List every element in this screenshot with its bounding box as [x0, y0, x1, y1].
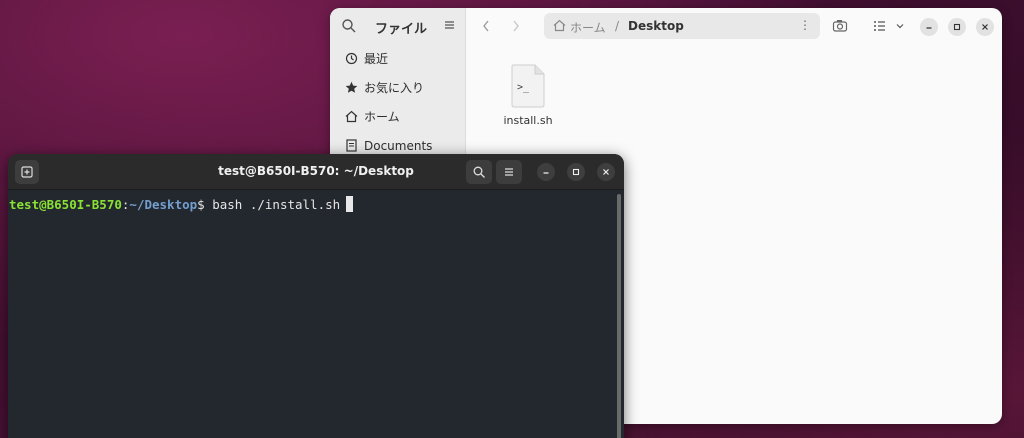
home-icon [553, 19, 566, 32]
clock-icon [344, 52, 358, 66]
path-separator: / [615, 19, 620, 33]
list-view-icon[interactable] [870, 16, 890, 36]
terminal-output[interactable]: test@B650I-B570:~/Desktop$ bash ./instal… [8, 190, 624, 438]
document-icon [344, 139, 358, 153]
camera-icon[interactable] [830, 16, 850, 36]
prompt-path: ~/Desktop [129, 197, 198, 212]
scrollbar[interactable] [617, 194, 621, 438]
maximize-button[interactable] [567, 163, 585, 181]
file-item-install-sh[interactable]: >_ install.sh [494, 64, 562, 127]
file-name: install.sh [503, 114, 553, 127]
forward-icon[interactable] [506, 16, 526, 36]
close-button[interactable] [976, 18, 994, 36]
path-segment-current[interactable]: Desktop [628, 19, 684, 33]
close-button[interactable] [597, 163, 615, 181]
path-bar[interactable]: ホーム / Desktop ⋮ [544, 13, 820, 39]
sidebar-item-label: お気に入り [364, 81, 425, 95]
file-glyph: >_ [517, 82, 530, 93]
home-icon [344, 110, 358, 124]
sidebar-item-favorites[interactable]: お気に入り [330, 73, 465, 102]
sidebar-item-label: Documents [364, 138, 433, 153]
text-cursor [346, 196, 354, 212]
search-button[interactable] [466, 160, 492, 184]
maximize-button[interactable] [948, 18, 966, 36]
terminal-title: test@B650I-B570: ~/Desktop [218, 164, 414, 178]
minimize-button[interactable] [920, 18, 938, 36]
prompt-user: test@B650I-B570 [9, 197, 122, 212]
terminal-titlebar: test@B650I-B570: ~/Desktop [8, 154, 624, 190]
search-icon[interactable] [340, 17, 358, 35]
sidebar-item-home[interactable]: ホーム [330, 102, 465, 131]
minimize-button[interactable] [537, 163, 555, 181]
chevron-down-icon[interactable] [890, 16, 910, 36]
hamburger-menu-icon[interactable] [442, 17, 458, 33]
sidebar-item-label: 最近 [364, 52, 389, 66]
path-segment-home[interactable]: ホーム [570, 19, 606, 36]
command-text: bash ./install.sh [204, 197, 341, 212]
prompt-symbol: $ [197, 197, 205, 212]
script-file-icon: >_ [510, 64, 546, 108]
star-icon [344, 81, 358, 95]
files-header: ホーム / Desktop ⋮ [466, 8, 1002, 44]
back-icon[interactable] [476, 16, 496, 36]
sidebar-item-recent[interactable]: 最近 [330, 44, 465, 73]
terminal-window[interactable]: test@B650I-B570: ~/Desktop test@B650I-B5… [8, 154, 624, 438]
sidebar-item-label: ホーム [364, 110, 400, 124]
sidebar-header: ファイル [330, 8, 465, 44]
hamburger-menu-icon[interactable] [496, 160, 522, 184]
vertical-dots-icon[interactable]: ⋮ [799, 18, 811, 32]
sidebar-title: ファイル [375, 22, 428, 37]
